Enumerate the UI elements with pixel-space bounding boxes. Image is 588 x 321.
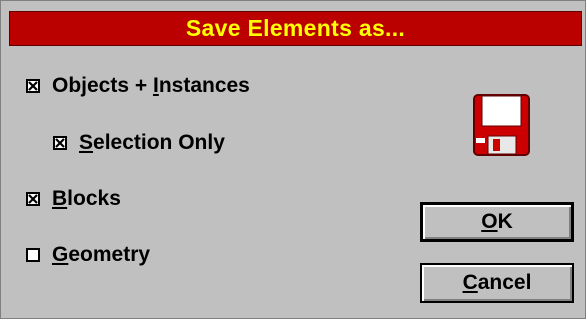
checkbox-label: Objects + Instances — [52, 74, 250, 97]
checkbox-box[interactable] — [26, 248, 40, 262]
dialog-title-bar: Save Elements as... — [9, 11, 582, 46]
check-x-icon — [55, 138, 65, 148]
save-elements-dialog: Save Elements as... Objects + Instances … — [0, 0, 586, 319]
checkbox-box[interactable] — [26, 192, 40, 206]
checkbox-box[interactable] — [26, 79, 40, 93]
check-x-icon — [28, 81, 38, 91]
objects-instances-checkbox[interactable]: Objects + Instances — [26, 74, 250, 98]
checkbox-label: Blocks — [52, 187, 121, 210]
check-x-icon — [28, 194, 38, 204]
checkbox-box[interactable] — [53, 136, 67, 150]
checkbox-label: Geometry — [52, 243, 151, 266]
checkbox-label: Selection Only — [79, 131, 225, 154]
selection-only-checkbox[interactable]: Selection Only — [53, 131, 225, 155]
dialog-title: Save Elements as... — [185, 15, 406, 41]
floppy-disk-icon — [473, 94, 530, 156]
cancel-button[interactable]: Cancel — [420, 263, 574, 303]
cancel-button-label: Cancel — [462, 271, 532, 294]
ok-button[interactable]: OK — [420, 202, 574, 242]
blocks-checkbox[interactable]: Blocks — [26, 187, 121, 211]
ok-button-label: OK — [481, 210, 513, 233]
geometry-checkbox[interactable]: Geometry — [26, 243, 150, 267]
